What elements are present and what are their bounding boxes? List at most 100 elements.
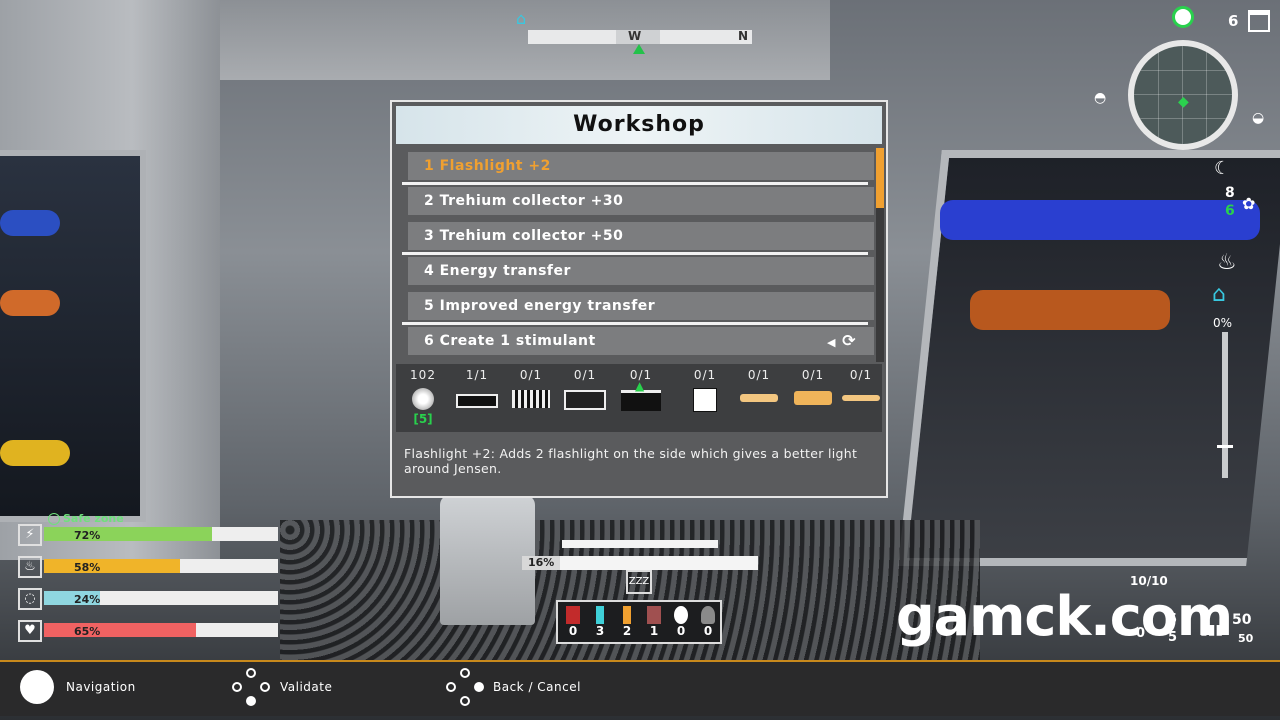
- gauge-marker: [1217, 445, 1233, 448]
- home-icon: ⌂: [516, 9, 527, 28]
- compass-west: W: [628, 29, 642, 43]
- stat-bar: 58%: [44, 559, 278, 574]
- quick-inventory: 0 3 2 1 0 0: [556, 600, 722, 644]
- resource-item: 0/1 ▲: [616, 368, 666, 411]
- inventory-slot[interactable]: 1: [643, 606, 665, 640]
- inventory-slot[interactable]: 0: [562, 606, 584, 640]
- inventory-slot[interactable]: 0: [670, 606, 692, 640]
- divider: [402, 322, 868, 325]
- background-left-window: [0, 150, 146, 522]
- inventory-slot[interactable]: 0: [697, 606, 719, 640]
- minimap-grid: [1134, 70, 1232, 71]
- part-panel-icon: [564, 390, 606, 410]
- validate-label: Validate: [280, 680, 333, 694]
- stat-fill: [44, 527, 213, 541]
- base-icon: ⌂: [1212, 282, 1226, 307]
- watermark: gamck.com: [896, 585, 1233, 648]
- stat-fill: [44, 623, 197, 637]
- workshop-item-label: 3 Trehium collector +50: [424, 228, 624, 244]
- background-blue-pipe: [0, 210, 60, 236]
- compass-bar: W N: [528, 29, 752, 44]
- medkit-icon: [566, 606, 580, 624]
- vertical-gauge: [1222, 332, 1228, 478]
- energy-icon: ⚡: [18, 524, 42, 546]
- workshop-item-2[interactable]: 2 Trehium collector +30: [408, 187, 874, 215]
- workshop-item-6[interactable]: 6 Create 1 stimulant ◀ ⟳: [408, 327, 874, 355]
- resource-item: 0/1: [734, 368, 784, 402]
- resource-count: 0/1: [801, 368, 825, 382]
- ammo-reserve: 50: [1232, 612, 1252, 628]
- inventory-count: 2: [622, 624, 632, 638]
- resource-ore: 102 [5]: [398, 368, 448, 426]
- vial-icon: [596, 606, 604, 624]
- workshop-item-label: 5 Improved energy transfer: [424, 298, 656, 314]
- arrow-left-icon: ◀: [827, 336, 837, 349]
- back-button-icon: [446, 668, 484, 706]
- player-position-icon: ◆: [1178, 94, 1189, 110]
- stat-percentage: 24%: [74, 593, 101, 606]
- orb-icon: [674, 606, 688, 624]
- gold-tube-icon: [842, 395, 880, 401]
- resource-item: 0/1: [788, 368, 838, 405]
- workshop-scrollbar[interactable]: [876, 148, 884, 362]
- resource-count: 0/1: [849, 368, 873, 382]
- scrollbar-thumb[interactable]: [876, 148, 884, 208]
- resource-item: 1/1: [452, 368, 502, 408]
- workshop-title: Workshop: [573, 112, 705, 137]
- stat-row-health: ♥ 65%: [18, 620, 280, 642]
- food-icon: ♨: [18, 556, 42, 578]
- day-counter: 6: [1228, 12, 1239, 30]
- inventory-slot[interactable]: 2: [616, 606, 638, 640]
- stat-bar: 65%: [44, 623, 278, 638]
- stat-row-oxygen: ◌ 24%: [18, 588, 280, 610]
- workshop-item-5[interactable]: 5 Improved energy transfer: [408, 292, 874, 320]
- minimap-grid: [1134, 118, 1232, 119]
- sunrise-icon: ◓: [1094, 90, 1107, 106]
- inventory-slot[interactable]: 3: [589, 606, 611, 640]
- workshop-item-1[interactable]: 1 Flashlight +2: [408, 152, 874, 180]
- compass-north: N: [738, 29, 749, 43]
- calendar-icon: [1248, 10, 1270, 32]
- minimap: ◆: [1128, 40, 1238, 150]
- background-orange-tank: [970, 290, 1170, 330]
- divider: [402, 182, 868, 185]
- stat-fill: [44, 559, 180, 573]
- workshop-item-label: 6 Create 1 stimulant: [424, 333, 596, 349]
- back-cancel-label: Back / Cancel: [493, 680, 581, 694]
- stat-percentage: 65%: [74, 625, 101, 638]
- minimap-grid: [1206, 46, 1207, 144]
- sunset-icon: ◒: [1252, 110, 1265, 126]
- inventory-count: 0: [703, 624, 713, 638]
- oxygen-icon: ◌: [18, 588, 42, 610]
- resource-count: 0/1: [519, 368, 543, 382]
- part-bar-icon: [456, 394, 498, 408]
- stat-row-food: ♨ 58%: [18, 556, 280, 578]
- background-yellow-pipe: [0, 440, 70, 466]
- resource-count: 1/1: [465, 368, 489, 382]
- resource-stat-a: 8: [1225, 185, 1235, 201]
- refresh-icon[interactable]: ⟳: [842, 331, 856, 350]
- workshop-item-4[interactable]: 4 Energy transfer: [408, 257, 874, 285]
- workshop-panel: Workshop 1 Flashlight +2 2 Trehium colle…: [390, 100, 888, 498]
- inventory-count: 1: [649, 624, 659, 638]
- workshop-item-3[interactable]: 3 Trehium collector +50: [408, 222, 874, 250]
- sun-icon: [1172, 6, 1194, 28]
- player-character: [440, 495, 535, 625]
- workshop-item-label: 4 Energy transfer: [424, 263, 571, 279]
- heat-percentage: 0%: [1213, 316, 1233, 330]
- part-striped-icon: [512, 390, 550, 408]
- navigation-label: Navigation: [66, 680, 136, 694]
- inventory-count: 3: [595, 624, 605, 638]
- background-orange-pipe: [0, 290, 60, 316]
- inventory-count: 0: [676, 624, 686, 638]
- stat-percentage: 58%: [74, 561, 101, 574]
- resource-count: 102: [410, 368, 436, 382]
- resource-item: 0/1: [836, 368, 886, 401]
- battery-icon: [623, 606, 631, 624]
- health-icon: ♥: [18, 620, 42, 642]
- ore-icon: [412, 388, 434, 410]
- resource-count: 0/1: [693, 368, 717, 382]
- compass-segment: [528, 30, 616, 44]
- stat-percentage: 72%: [74, 529, 101, 542]
- progress-percentage: 16%: [528, 556, 555, 569]
